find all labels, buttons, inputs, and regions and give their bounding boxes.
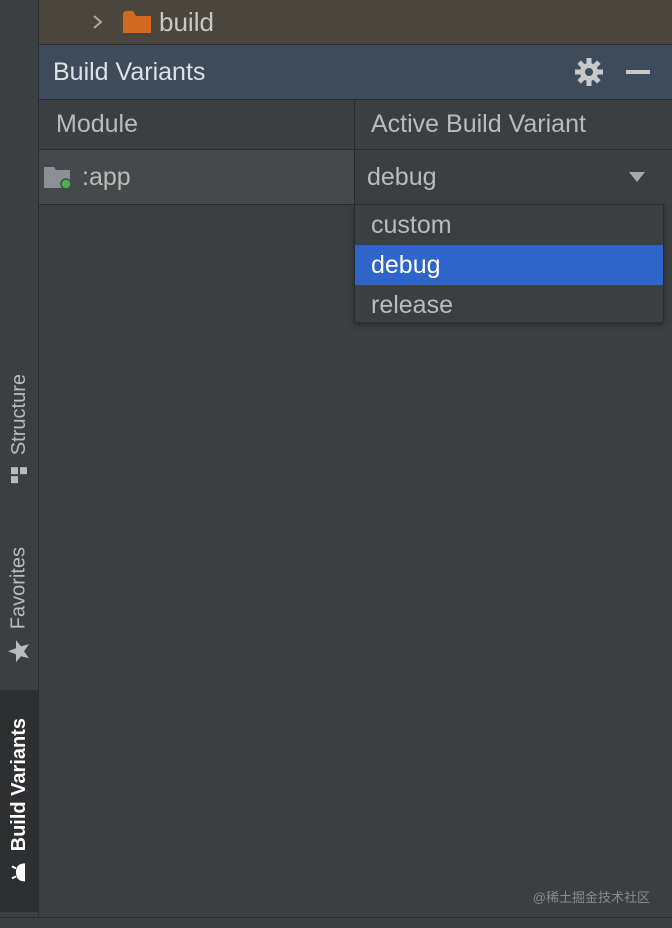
column-header-module[interactable]: Module — [39, 100, 355, 149]
chevron-right-icon[interactable] — [91, 15, 105, 29]
dropdown-option-debug[interactable]: debug — [355, 245, 663, 285]
dropdown-option-custom[interactable]: custom — [355, 205, 663, 245]
panel-header: Build Variants — [39, 45, 672, 100]
gear-icon[interactable] — [574, 57, 604, 87]
option-label: custom — [371, 210, 452, 239]
column-header-variant-label: Active Build Variant — [371, 110, 586, 138]
side-tab-structure[interactable]: Structure — [0, 355, 38, 505]
build-variant-select[interactable]: debug — [354, 150, 665, 204]
panel-title: Build Variants — [53, 57, 206, 86]
tree-folder-label: build — [159, 6, 214, 37]
module-cell: :app — [39, 150, 354, 204]
structure-icon — [11, 467, 27, 484]
side-tab-favorites[interactable]: Favorites — [0, 530, 38, 680]
variant-dropdown-list: custom debug release — [354, 204, 664, 323]
tree-row-build[interactable]: build — [39, 0, 672, 45]
side-tab-build-variants[interactable]: Build Variants — [0, 690, 38, 912]
star-icon — [8, 640, 29, 663]
side-tab-build-variants-label: Build Variants — [7, 718, 30, 852]
module-folder-icon — [44, 167, 72, 190]
column-header-module-label: Module — [56, 110, 138, 138]
table-row[interactable]: :app debug — [39, 150, 665, 205]
column-header-variant[interactable]: Active Build Variant — [355, 100, 672, 149]
dropdown-option-release[interactable]: release — [355, 285, 663, 325]
side-tab-favorites-label: Favorites — [7, 546, 30, 630]
side-tab-structure-label: Structure — [7, 374, 30, 456]
option-label: release — [371, 290, 453, 319]
chevron-down-icon[interactable] — [629, 172, 645, 182]
build-variant-value: debug — [367, 162, 437, 191]
tool-window-strip: Structure Favorites Build Variants — [0, 0, 39, 928]
option-label: debug — [371, 250, 441, 279]
module-name: :app — [82, 162, 131, 191]
watermark: @稀土掘金技术社区 — [532, 890, 650, 905]
hide-panel-button[interactable] — [626, 70, 650, 74]
folder-icon — [123, 11, 151, 33]
build-variants-panel: build Build Variants Module Active Build… — [39, 0, 672, 928]
status-bar-edge — [0, 917, 672, 928]
android-icon — [11, 863, 25, 882]
table-header: Module Active Build Variant — [39, 100, 672, 150]
